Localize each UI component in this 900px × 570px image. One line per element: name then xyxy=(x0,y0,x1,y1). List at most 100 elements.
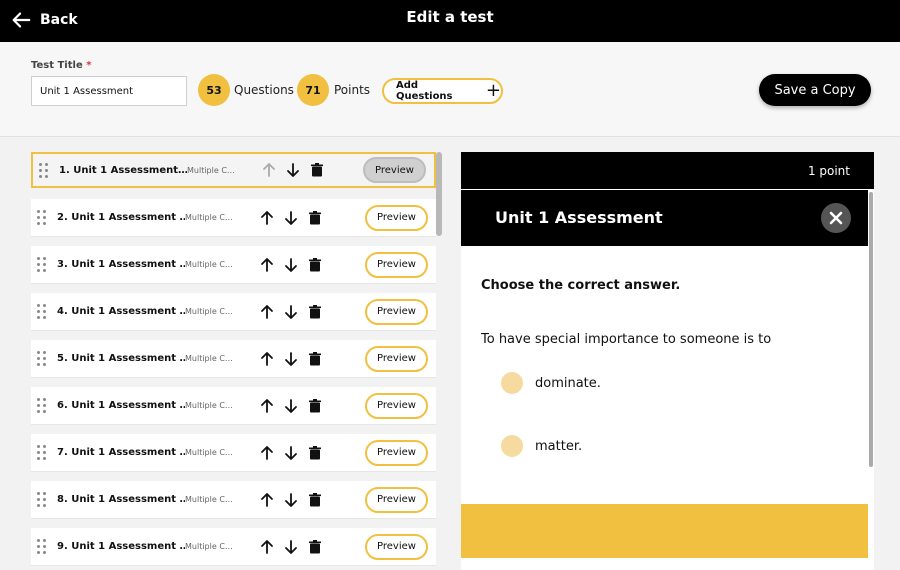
page-title: Edit a test xyxy=(406,8,494,26)
preview-button[interactable]: Preview xyxy=(365,533,428,560)
add-questions-button[interactable]: Add Questions + xyxy=(382,78,503,104)
drag-handle-icon[interactable] xyxy=(31,304,51,319)
points-count-badge: 71 xyxy=(297,74,329,106)
question-type: Multiple C… xyxy=(185,260,233,269)
question-list: 1. Unit 1 Assessment… Multiple C… Previe… xyxy=(31,152,436,570)
preview-button[interactable]: Preview xyxy=(365,345,428,372)
preview-button[interactable]: Preview xyxy=(363,157,426,183)
answer-option[interactable]: dominate. xyxy=(501,372,601,394)
questions-label: Questions xyxy=(234,83,294,97)
preview-title: Unit 1 Assessment xyxy=(495,208,663,227)
move-up-icon[interactable] xyxy=(255,445,279,461)
question-name: 9. Unit 1 Assessment … xyxy=(57,541,185,552)
drag-handle-icon[interactable] xyxy=(31,257,51,272)
move-up-icon[interactable] xyxy=(257,162,281,178)
question-name: 1. Unit 1 Assessment… xyxy=(59,164,187,176)
move-up-icon[interactable] xyxy=(255,304,279,320)
answer-option[interactable]: matter. xyxy=(501,435,582,457)
question-name: 5. Unit 1 Assessment … xyxy=(57,353,185,364)
trash-icon[interactable] xyxy=(303,398,327,414)
question-type: Multiple C… xyxy=(187,165,235,175)
drag-handle-icon[interactable] xyxy=(31,210,51,225)
close-preview-button[interactable] xyxy=(821,203,851,233)
test-title-label: Test Title * xyxy=(31,60,91,71)
move-up-icon[interactable] xyxy=(255,351,279,367)
drag-handle-icon[interactable] xyxy=(31,398,51,413)
radio-button[interactable] xyxy=(501,372,523,394)
drag-handle-icon[interactable] xyxy=(33,162,53,178)
question-row[interactable]: 3. Unit 1 Assessment … Multiple C… Previ… xyxy=(31,246,436,284)
question-row[interactable]: 6. Unit 1 Assessment … Multiple C… Previ… xyxy=(31,387,436,425)
preview-button[interactable]: Preview xyxy=(365,392,428,419)
trash-icon[interactable] xyxy=(305,162,329,178)
close-icon xyxy=(829,211,843,225)
question-type: Multiple C… xyxy=(185,448,233,457)
move-up-icon[interactable] xyxy=(255,539,279,555)
question-type: Multiple C… xyxy=(185,401,233,410)
question-row[interactable]: 9. Unit 1 Assessment … Multiple C… Previ… xyxy=(31,528,436,566)
move-up-icon[interactable] xyxy=(255,257,279,273)
question-row[interactable]: 1. Unit 1 Assessment… Multiple C… Previe… xyxy=(31,152,436,188)
question-row[interactable]: 2. Unit 1 Assessment … Multiple C… Previ… xyxy=(31,199,436,237)
question-type: Multiple C… xyxy=(185,213,233,222)
drag-handle-icon[interactable] xyxy=(31,539,51,554)
question-name: 6. Unit 1 Assessment … xyxy=(57,400,185,411)
drag-handle-icon[interactable] xyxy=(31,351,51,366)
preview-button[interactable]: Preview xyxy=(365,486,428,513)
answer-option-label: dominate. xyxy=(535,375,601,391)
drag-handle-icon[interactable] xyxy=(31,492,51,507)
move-up-icon[interactable] xyxy=(255,492,279,508)
test-title-label-text: Test Title xyxy=(31,60,83,71)
trash-icon[interactable] xyxy=(303,539,327,555)
move-down-icon[interactable] xyxy=(279,351,303,367)
question-instruction: Choose the correct answer. xyxy=(481,278,681,293)
preview-button[interactable]: Preview xyxy=(365,251,428,278)
move-up-icon[interactable] xyxy=(255,398,279,414)
move-down-icon[interactable] xyxy=(281,162,305,178)
question-row[interactable]: 5. Unit 1 Assessment … Multiple C… Previ… xyxy=(31,340,436,378)
move-down-icon[interactable] xyxy=(279,257,303,273)
drag-handle-icon[interactable] xyxy=(31,445,51,460)
top-bar: Back Edit a test xyxy=(0,0,900,42)
move-down-icon[interactable] xyxy=(279,539,303,555)
preview-button[interactable]: Preview xyxy=(365,439,428,466)
preview-button[interactable]: Preview xyxy=(365,298,428,325)
trash-icon[interactable] xyxy=(303,304,327,320)
move-down-icon[interactable] xyxy=(279,445,303,461)
question-type: Multiple C… xyxy=(185,495,233,504)
move-down-icon[interactable] xyxy=(279,304,303,320)
question-type: Multiple C… xyxy=(185,307,233,316)
question-prompt: To have special importance to someone is… xyxy=(481,332,772,347)
trash-icon[interactable] xyxy=(303,257,327,273)
trash-icon[interactable] xyxy=(303,492,327,508)
question-points: 1 point xyxy=(807,163,850,178)
question-row[interactable]: 8. Unit 1 Assessment … Multiple C… Previ… xyxy=(31,481,436,519)
preview-button[interactable]: Preview xyxy=(365,204,428,231)
test-title-input[interactable] xyxy=(31,76,187,106)
move-up-icon[interactable] xyxy=(255,210,279,226)
trash-icon[interactable] xyxy=(303,351,327,367)
trash-icon[interactable] xyxy=(303,210,327,226)
question-name: 3. Unit 1 Assessment … xyxy=(57,259,185,270)
question-type: Multiple C… xyxy=(185,542,233,551)
answer-option-label: matter. xyxy=(535,438,583,454)
required-mark: * xyxy=(86,60,92,71)
trash-icon[interactable] xyxy=(303,445,327,461)
radio-button[interactable] xyxy=(501,435,523,457)
questions-count-badge: 53 xyxy=(198,74,230,106)
preview-footer-bar xyxy=(461,504,868,558)
move-down-icon[interactable] xyxy=(279,210,303,226)
question-name: 4. Unit 1 Assessment … xyxy=(57,306,185,317)
question-name: 2. Unit 1 Assessment … xyxy=(57,212,185,223)
plus-icon: + xyxy=(485,80,501,101)
question-row[interactable]: 4. Unit 1 Assessment … Multiple C… Previ… xyxy=(31,293,436,331)
preview-scrollbar[interactable] xyxy=(869,192,873,467)
move-down-icon[interactable] xyxy=(279,492,303,508)
move-down-icon[interactable] xyxy=(279,398,303,414)
question-name: 8. Unit 1 Assessment … xyxy=(57,494,185,505)
points-label: Points xyxy=(334,83,371,97)
save-copy-button[interactable]: Save a Copy xyxy=(759,74,871,106)
question-list-scrollbar[interactable] xyxy=(436,152,442,236)
points-bar: 1 point xyxy=(461,152,874,189)
question-row[interactable]: 7. Unit 1 Assessment … Multiple C… Previ… xyxy=(31,434,436,472)
